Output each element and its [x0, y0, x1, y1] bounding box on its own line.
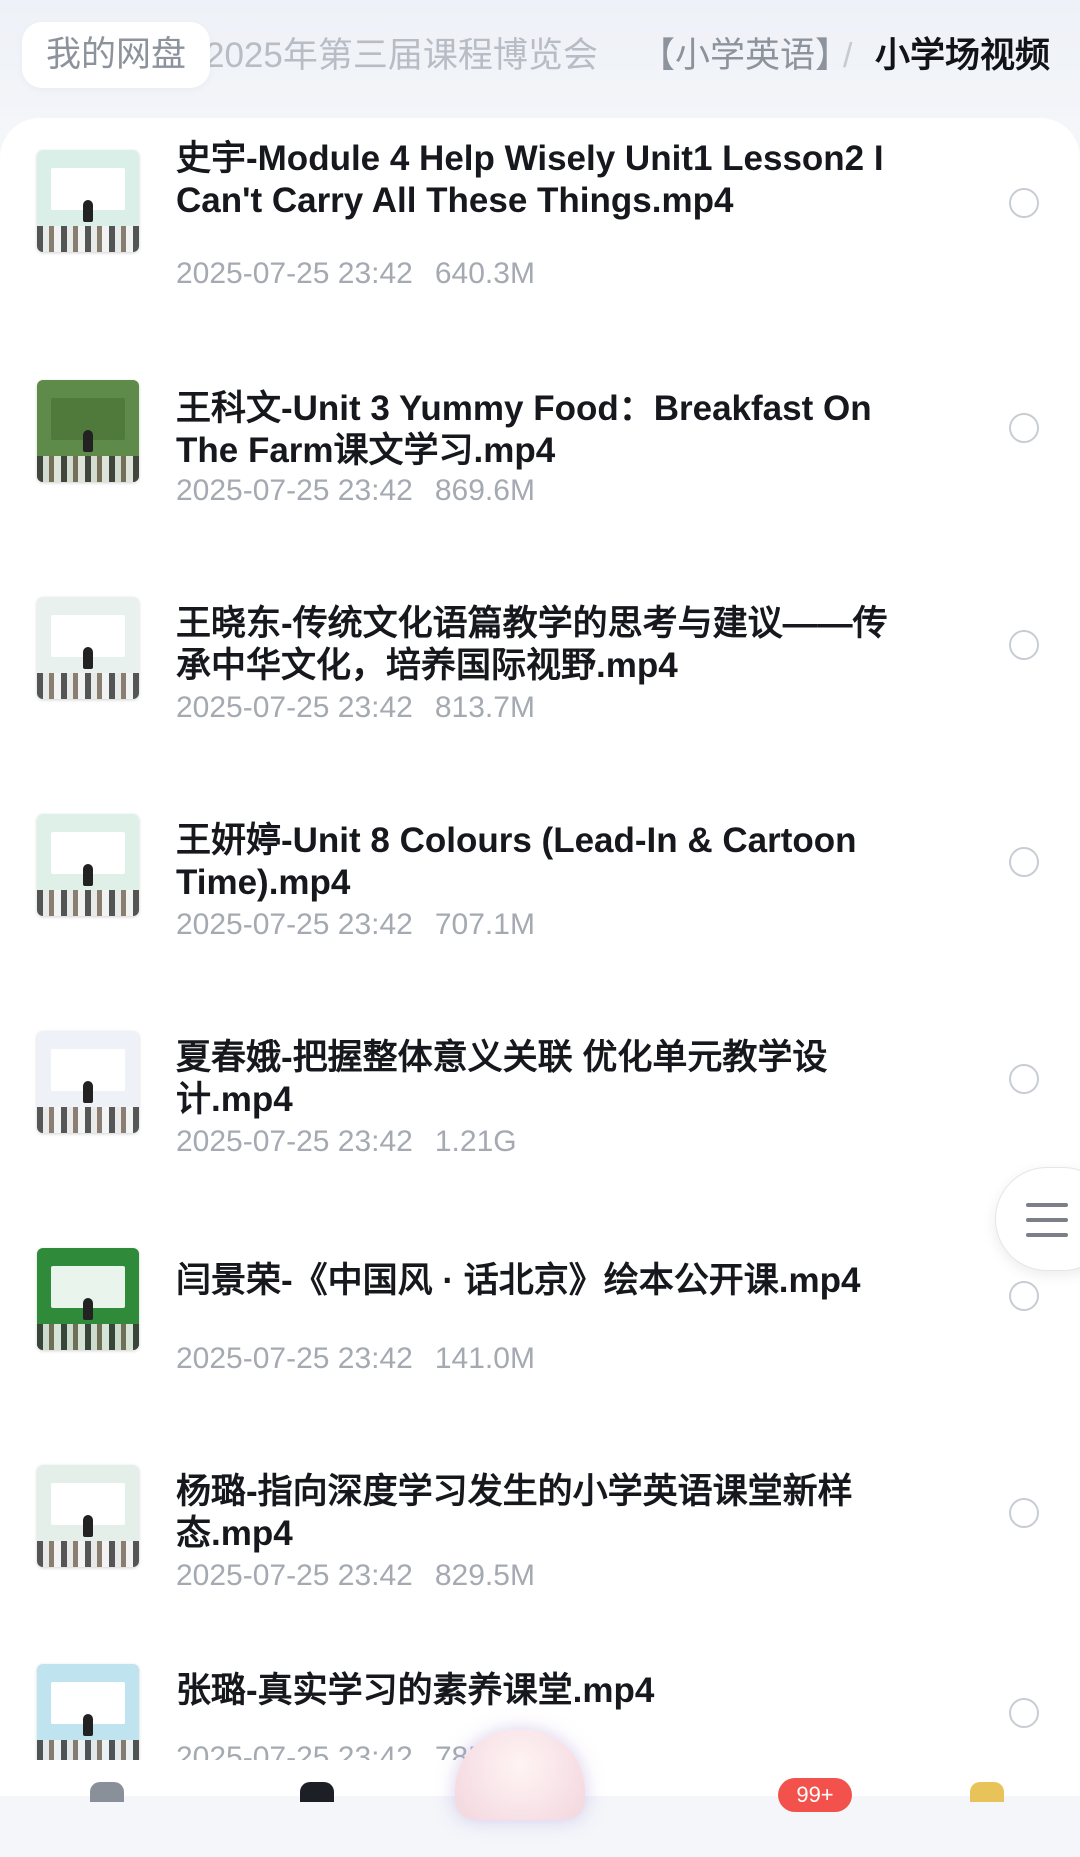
thumbnail-speaker — [83, 647, 93, 669]
file-row[interactable]: 王晓东-传统文化语篇教学的思考与建议——传承中华文化，培养国际视野.mp4 202… — [0, 557, 1080, 774]
file-date: 2025-07-25 23:42 — [176, 691, 413, 724]
select-radio-icon[interactable] — [1009, 188, 1039, 218]
video-thumbnail[interactable] — [37, 380, 139, 482]
select-radio-icon[interactable] — [1009, 1064, 1039, 1094]
file-name[interactable]: 史宇-Module 4 Help Wisely Unit1 Lesson2 I … — [176, 138, 916, 222]
file-date: 2025-07-25 23:42 — [176, 257, 413, 290]
thumbnail-speaker — [83, 430, 93, 452]
video-thumbnail[interactable] — [37, 597, 139, 699]
thumbnail-speaker — [83, 1515, 93, 1537]
video-thumbnail[interactable] — [37, 814, 139, 916]
file-name[interactable]: 夏春娥-把握整体意义关联 优化单元教学设计.mp4 — [176, 1037, 916, 1121]
thumbnail-speaker — [83, 1298, 93, 1320]
thumbnail-audience — [37, 890, 139, 916]
thumbnail-audience — [37, 226, 139, 252]
file-row[interactable]: 史宇-Module 4 Help Wisely Unit1 Lesson2 I … — [0, 118, 1080, 335]
thumbnail-audience — [37, 1107, 139, 1133]
thumbnail-speaker — [83, 200, 93, 222]
select-radio-icon[interactable] — [1009, 413, 1039, 443]
file-row[interactable]: 夏春娥-把握整体意义关联 优化单元教学设计.mp4 2025-07-25 23:4… — [0, 991, 1080, 1208]
file-name[interactable]: 杨璐-指向深度学习发生的小学英语课堂新样态.mp4 — [176, 1471, 916, 1555]
file-size: 640.3M — [434, 257, 535, 290]
file-size: 813.7M — [434, 691, 535, 724]
select-radio-icon[interactable] — [1009, 1698, 1039, 1728]
file-date: 2025-07-25 23:42 — [176, 474, 413, 507]
file-name[interactable]: 闫景荣-《中国风 · 话北京》绘本公开课.mp4 — [176, 1260, 916, 1302]
breadcrumb-separator: / — [843, 37, 853, 75]
thumbnail-audience — [37, 673, 139, 699]
file-row[interactable]: 杨璐-指向深度学习发生的小学英语课堂新样态.mp4 2025-07-25 23:4… — [0, 1425, 1080, 1642]
file-size: 829.5M — [434, 1559, 535, 1592]
file-name[interactable]: 张璐-真实学习的素养课堂.mp4 — [176, 1670, 916, 1712]
select-radio-icon[interactable] — [1009, 1498, 1039, 1528]
thumbnail-speaker — [83, 1081, 93, 1103]
hamburger-menu-icon — [1026, 1203, 1068, 1207]
file-meta: 2025-07-25 23:42 707.1M — [176, 907, 535, 943]
file-meta: 2025-07-25 23:42 1.21G — [176, 1124, 517, 1160]
breadcrumb-item-expo[interactable]: 2025年第三届课程博览会 — [205, 32, 598, 80]
file-name[interactable]: 王科文-Unit 3 Yummy Food：Breakfast On The F… — [176, 388, 916, 472]
thumbnail-audience — [37, 456, 139, 482]
nav-profile-icon[interactable] — [970, 1782, 1004, 1802]
breadcrumb-bar: 2025年第三届课程博览会 我的网盘 【小学英语】 / 小学场视频 — [0, 0, 1080, 118]
thumbnail-speaker — [83, 1714, 93, 1736]
file-meta: 2025-07-25 23:42 640.3M — [176, 256, 535, 292]
file-meta: 2025-07-25 23:42 869.6M — [176, 473, 535, 509]
file-date: 2025-07-25 23:42 — [176, 1342, 413, 1375]
nav-home-icon[interactable] — [90, 1782, 124, 1802]
file-size: 141.0M — [434, 1342, 535, 1375]
video-thumbnail[interactable] — [37, 1664, 139, 1766]
hamburger-menu-icon-line — [1026, 1218, 1068, 1222]
file-row[interactable]: 闫景荣-《中国风 · 话北京》绘本公开课.mp4 2025-07-25 23:42… — [0, 1208, 1080, 1425]
file-size: 869.6M — [434, 474, 535, 507]
file-meta: 2025-07-25 23:42 829.5M — [176, 1558, 535, 1594]
notification-badge: 99+ — [778, 1778, 852, 1812]
file-row[interactable]: 王妍婷-Unit 8 Colours (Lead-In & Cartoon Ti… — [0, 774, 1080, 991]
file-row[interactable]: 王科文-Unit 3 Yummy Food：Breakfast On The F… — [0, 340, 1080, 557]
file-size: 1.21G — [434, 1125, 517, 1158]
thumbnail-audience — [37, 1324, 139, 1350]
breadcrumb-current-folder: 小学场视频 — [875, 36, 1051, 75]
file-meta: 2025-07-25 23:42 141.0M — [176, 1341, 535, 1377]
thumbnail-speaker — [83, 864, 93, 886]
select-radio-icon[interactable] — [1009, 847, 1039, 877]
thumbnail-audience — [37, 1541, 139, 1567]
select-radio-icon[interactable] — [1009, 1281, 1039, 1311]
file-name[interactable]: 王晓东-传统文化语篇教学的思考与建议——传承中华文化，培养国际视野.mp4 — [176, 603, 916, 687]
video-thumbnail[interactable] — [37, 1465, 139, 1567]
file-date: 2025-07-25 23:42 — [176, 1125, 413, 1158]
file-date: 2025-07-25 23:42 — [176, 908, 413, 941]
file-meta: 2025-07-25 23:42 813.7M — [176, 690, 535, 726]
file-size: 707.1M — [434, 908, 535, 941]
breadcrumb-item-primary-english[interactable]: 【小学英语】 — [640, 32, 850, 80]
video-thumbnail[interactable] — [37, 150, 139, 252]
file-name[interactable]: 王妍婷-Unit 8 Colours (Lead-In & Cartoon Ti… — [176, 820, 916, 904]
video-thumbnail[interactable] — [37, 1031, 139, 1133]
nav-files-icon[interactable] — [300, 1782, 334, 1802]
video-thumbnail[interactable] — [37, 1248, 139, 1350]
file-date: 2025-07-25 23:42 — [176, 1559, 413, 1592]
hamburger-menu-icon-line — [1026, 1233, 1068, 1237]
breadcrumb-root-my-drive[interactable]: 我的网盘 — [22, 22, 211, 88]
select-radio-icon[interactable] — [1009, 630, 1039, 660]
